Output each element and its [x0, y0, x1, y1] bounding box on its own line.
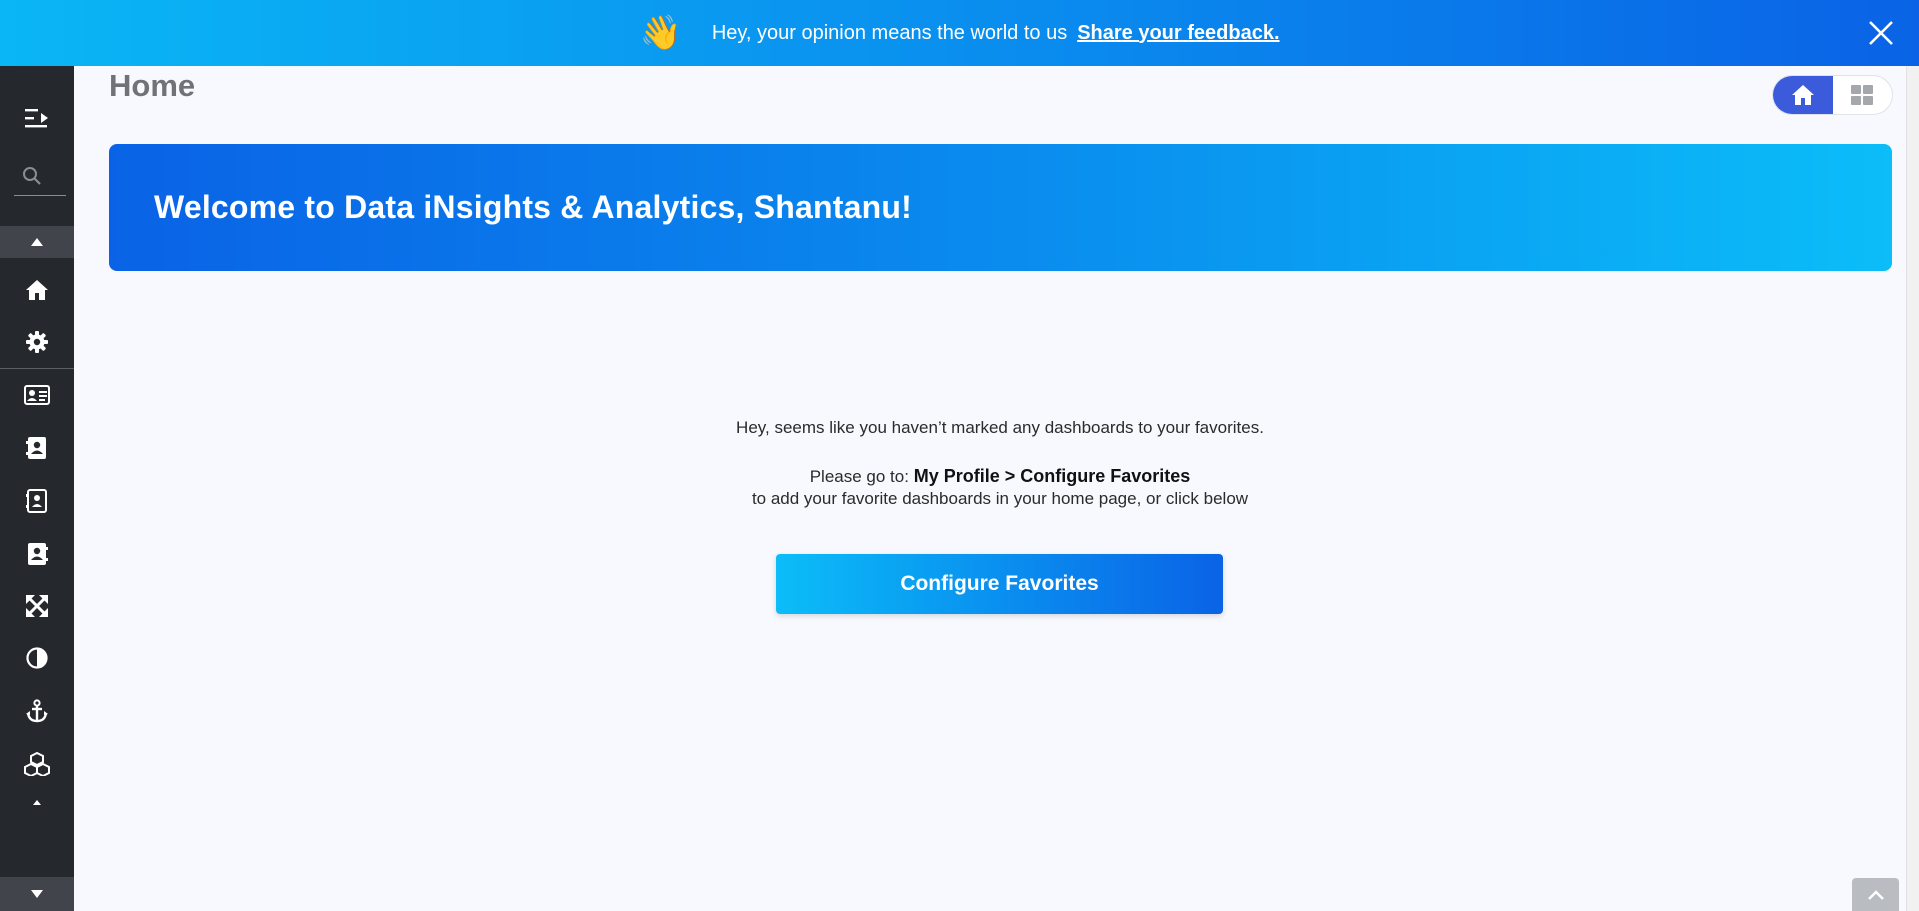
instructions-prefix: Please go to: — [809, 467, 909, 486]
sidebar-item-modules[interactable] — [0, 744, 74, 784]
contact-book-icon — [26, 437, 46, 459]
empty-favorites-message: Hey, seems like you haven’t marked any d… — [600, 418, 1400, 509]
sidebar-scroll-up-button[interactable] — [0, 226, 74, 258]
collapse-menu-icon — [25, 109, 48, 128]
waving-hand-icon: 👋 — [639, 14, 682, 52]
view-toggle — [1772, 75, 1893, 115]
home-view-button[interactable] — [1773, 76, 1833, 114]
page-title: Home — [109, 68, 196, 103]
sidebar-item-id-card[interactable] — [0, 375, 74, 415]
grid-icon — [1851, 85, 1874, 105]
cubes-icon — [24, 752, 50, 776]
id-card-icon — [24, 385, 50, 405]
share-feedback-link[interactable]: Share your feedback. — [1077, 22, 1279, 45]
sidebar-divider — [0, 368, 74, 369]
grid-view-button[interactable] — [1833, 76, 1893, 114]
no-favorites-text: Hey, seems like you haven’t marked any d… — [736, 418, 1264, 437]
welcome-card: Welcome to Data iNsights & Analytics, Sh… — [109, 144, 1892, 271]
sidebar-search-input[interactable] — [14, 156, 66, 196]
feedback-banner: 👋 Hey, your opinion means the world to u… — [0, 0, 1919, 66]
search-icon — [23, 166, 41, 185]
gear-icon — [26, 331, 48, 353]
home-icon — [26, 280, 48, 300]
sidebar-item-contacts-outline[interactable] — [0, 481, 74, 521]
sidebar-scroll-down-button[interactable] — [0, 877, 74, 911]
sidebar-item-more[interactable] — [0, 788, 74, 818]
welcome-heading: Welcome to Data iNsights & Analytics, Sh… — [154, 189, 912, 225]
sidebar — [0, 66, 74, 911]
scroll-up-icon — [31, 238, 43, 246]
collapse-menu-button[interactable] — [0, 98, 74, 138]
anchor-icon — [26, 699, 48, 723]
home-icon — [1791, 85, 1814, 105]
close-banner-button[interactable] — [1865, 17, 1897, 49]
favorites-path: My Profile > Configure Favorites — [913, 466, 1191, 486]
sidebar-item-contrast[interactable] — [0, 638, 74, 678]
scroll-down-icon — [31, 890, 43, 898]
sidebar-item-settings[interactable] — [0, 322, 74, 362]
close-icon — [1869, 21, 1893, 45]
back-to-top-button[interactable] — [1852, 878, 1899, 911]
sidebar-item-anchor[interactable] — [0, 691, 74, 731]
contact-book-alt-icon — [28, 543, 48, 565]
expand-arrows-icon — [26, 595, 48, 617]
small-caret-icon — [33, 800, 41, 805]
sidebar-item-fullscreen[interactable] — [0, 586, 74, 626]
feedback-message: Hey, your opinion means the world to us — [711, 21, 1068, 44]
page-scrollbar[interactable] — [1906, 66, 1919, 911]
sidebar-item-home[interactable] — [0, 270, 74, 310]
contrast-icon — [26, 647, 48, 669]
instructions-suffix: to add your favorite dashboards in your … — [751, 489, 1249, 508]
contact-book-outline-icon — [26, 489, 47, 513]
configure-favorites-button[interactable]: Configure Favorites — [776, 554, 1223, 614]
chevron-up-icon — [1867, 889, 1884, 900]
sidebar-item-contacts-alt[interactable] — [0, 534, 74, 574]
instructions-text: Please go to: My Profile > Configure Fav… — [600, 466, 1400, 487]
sidebar-item-contacts[interactable] — [0, 428, 74, 468]
